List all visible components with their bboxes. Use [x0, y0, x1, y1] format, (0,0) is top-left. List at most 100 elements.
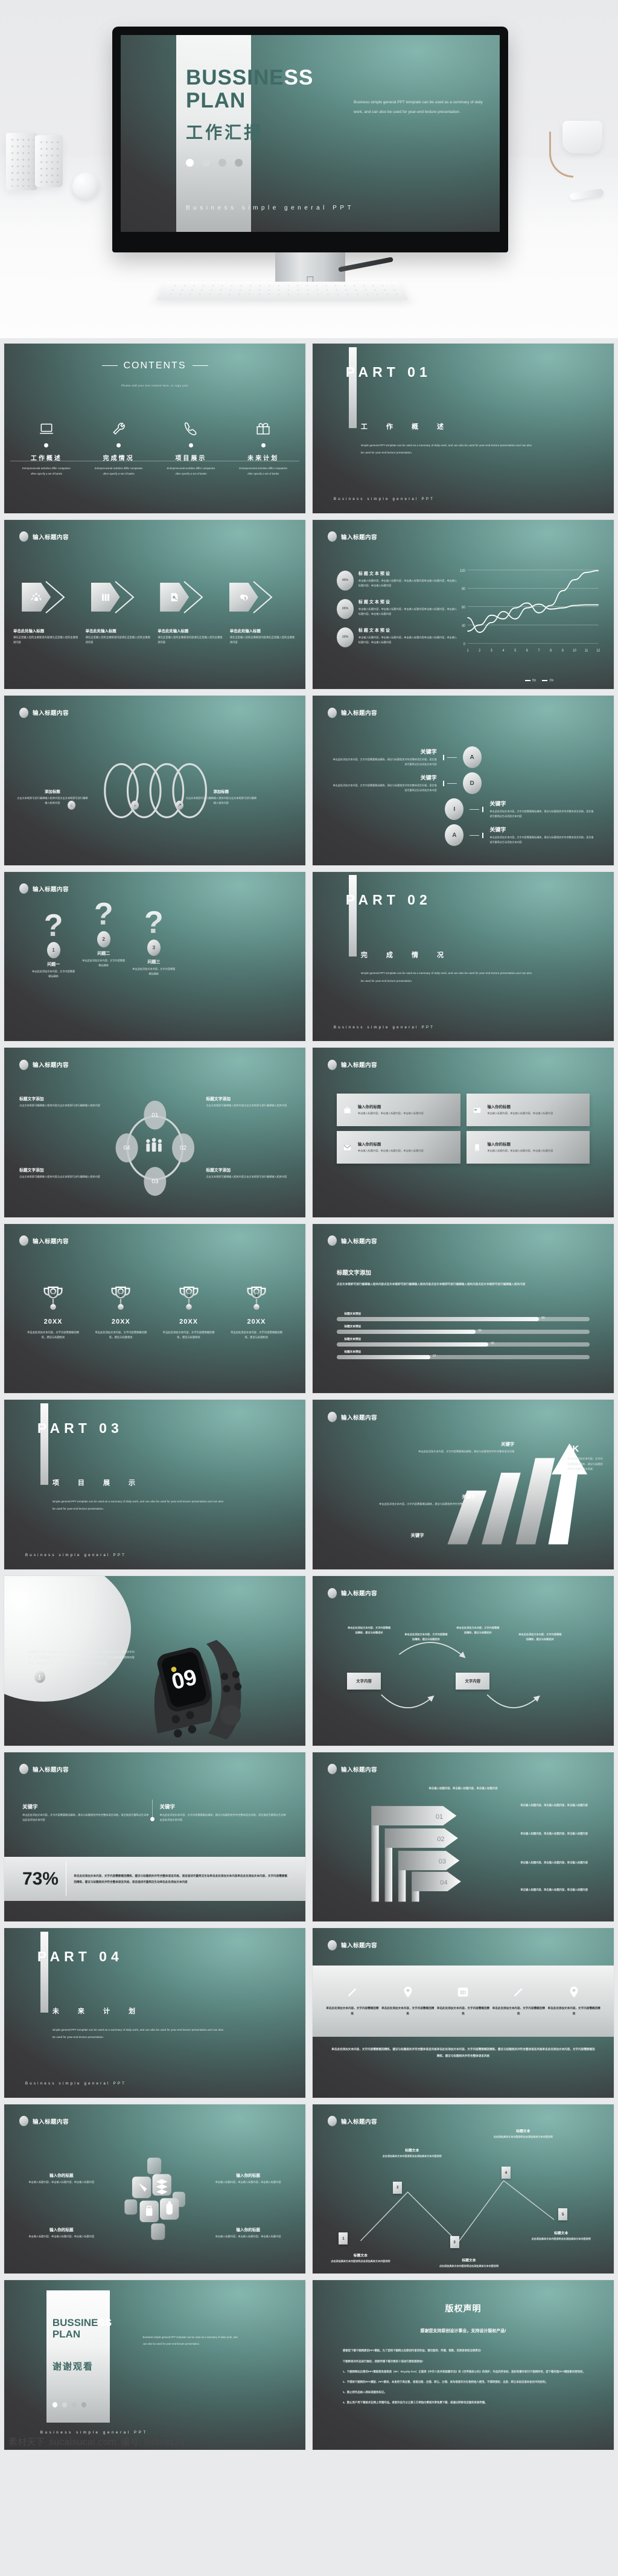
slide-percent-73[interactable]: 输入标题内容 关键字 单击此处添加文本内容，文字内容需要概括精炼，建议与标题相关并…	[4, 1751, 306, 1923]
info-card[interactable]: 输入你的标题 单击输入标题内容，单击输入标题内容，单击输入标题内容	[336, 1131, 460, 1164]
contents-item-text: Entrepreneurial activities differ compan…	[22, 467, 71, 476]
slide-keywords-adia[interactable]: 输入标题内容 关键字 单击此处添加文本内容，文字内容需要概括精炼，建议与标题相关并…	[312, 695, 614, 866]
slide-arrows-four[interactable]: 输入标题内容 $ 单击此处输入标题 请在这里输入您的主要叙述内容请在这里输入您的…	[4, 519, 306, 690]
arrow-caption: 单击此处输入标题 请在这里输入您的主要叙述内容请在这里输入您的主要叙述内容	[13, 628, 80, 645]
timeline-node[interactable]: 2	[393, 2181, 403, 2194]
arrow-item[interactable]: $	[227, 579, 291, 614]
chart-legend-item: 40% 标题文本预设 单击输入标题内容，单击输入标题内容，单击输入标题内容单击输入…	[336, 570, 457, 591]
cube-text: 单击输入标题内容，单击输入标题内容，单击输入标题内容	[215, 2180, 281, 2184]
question-text: 单击此处添加文本内容，文字内容需要概括精炼	[31, 970, 75, 978]
ppt-template-preview-page: BUSSINESS PLAN 工作汇报 Business simple gene…	[0, 0, 618, 2453]
slide-stair-arrows[interactable]: 输入标题内容 单击输入标题内容，单击输入标题内容，单击输入标题内容 01 02 …	[312, 1751, 614, 1923]
slide-cubes[interactable]: 输入标题内容 输入你的标题 单击输入标题内容，单击输入标题内容，单击输入标题内容…	[4, 2103, 306, 2275]
percent-value: 73%	[22, 1868, 59, 1889]
slide-header: 输入标题内容	[19, 2116, 69, 2127]
info-card[interactable]: 输入你的标题 单击输入标题内容，单击输入标题内容，单击输入标题内容	[336, 1094, 460, 1126]
contents-item[interactable]: 项目展示 Entrepreneurial activities differ c…	[155, 420, 228, 476]
slide-title: 输入标题内容	[340, 1062, 377, 1069]
slide-watch[interactable]: 请替换文字内容，修改文字内容，也可以直接复制您的内容到此。请替换文字内容，修改文…	[4, 1575, 306, 1746]
keyword-heading: 关键字	[159, 1804, 176, 1810]
pin-icon	[404, 1987, 412, 1998]
contents-item[interactable]: 完成情况 Entrepreneurial activities differ c…	[83, 420, 155, 476]
slide-thanks[interactable]: BUSSINESS PLAN 谢谢观看 Business simple gene…	[4, 2280, 306, 2450]
timeline-node[interactable]: 3	[450, 2236, 459, 2249]
title-slide: BUSSINESS PLAN 工作汇报 Business simple gene…	[121, 35, 500, 232]
trophy-item[interactable]: 3 20XX 单击此处添加文本内容，文字内容需要概括精炼，建议与标题相关	[155, 1285, 223, 1341]
slide-progress-bars[interactable]: 输入标题内容 标题文字添加 点击文本框即可进行编辑输入相关内容点击文本框即可进行…	[312, 1223, 614, 1394]
arrow-item[interactable]	[88, 579, 152, 614]
contents-item[interactable]: 未来计划 Entrepreneurial activities differ c…	[227, 420, 299, 476]
strip-item[interactable]: 单击此处添加文本内容，文字内容需概括精炼	[380, 1985, 436, 2016]
strip-item[interactable]: 单击此处添加文本内容，文字内容需概括精炼	[546, 1985, 602, 2016]
svg-text:10: 10	[573, 649, 576, 653]
slide-header: 输入标题内容	[327, 1412, 377, 1422]
slide-part-01[interactable]: PART 01 工 作 概 述 simple general PPT templ…	[312, 343, 614, 514]
strip-item[interactable]: 3D 单击此处添加文本内容，文字内容需概括精炼	[436, 1985, 491, 2016]
copyright-paragraph: 1、千图网网站出售的PPT模版是免版税类（RF：Royalty-free）正版受…	[342, 2369, 585, 2373]
caption-text: 请在这里输入您的主要叙述内容请在这里输入您的主要叙述内容	[13, 636, 78, 644]
orbit-label-text: 点击文本框即可编辑输入相关内容点击文本框即可进行编辑输入相关内容	[19, 1174, 100, 1178]
slide-trophies[interactable]: 输入标题内容 1 20XX 单击此处添加文本内容，文字内容需要概括精炼，建议与标…	[4, 1223, 306, 1394]
flow-box[interactable]: 文字内容	[347, 1672, 381, 1690]
trophy-item[interactable]: 4 20XX 单击此处添加文本内容，文字内容需要概括精炼，建议与标题相关	[223, 1285, 290, 1341]
timeline-node[interactable]: 5	[558, 2208, 568, 2220]
svg-text:90: 90	[461, 588, 465, 591]
part-accent-bar	[348, 347, 357, 429]
flow-text: 单击此处添加文本内容，文字内容需概括精炼，建议与标题相关	[404, 1633, 448, 1641]
strip-item[interactable]: 单击此处添加文本内容，文字内容需概括精炼	[325, 1985, 380, 2016]
svg-text:30: 30	[461, 624, 465, 628]
slide-cards-four[interactable]: 输入标题内容 输入你的标题 单击输入标题内容，单击输入标题内容，单击输入标题内容 …	[312, 1047, 614, 1218]
slide-orbit[interactable]: 输入标题内容 01 02 03 04 标题文字添加 点击文本框即可编辑输入相关内…	[4, 1047, 306, 1218]
pin-icon	[570, 1987, 578, 1998]
growth-label-heading: 关键字	[462, 1493, 476, 1499]
slide-header: 输入标题内容	[327, 1764, 377, 1775]
strip-text: 单击此处添加文本内容，文字内容需概括精炼	[492, 2007, 545, 2016]
part-accent-bar	[348, 875, 357, 956]
strip-item[interactable]: 单击此处添加文本内容，文字内容需概括精炼	[491, 1985, 546, 2016]
slide-part-04[interactable]: PART 04 未 来 计 划 simple general PPT templ…	[4, 1927, 306, 2098]
arrow-item[interactable]	[158, 579, 221, 614]
hero-footer: Business simple general PPT	[186, 205, 355, 211]
keyword-block: 关键字 单击此处添加文本内容，文字内容需要概括精炼，建议与标题相关并符合整体语言风…	[22, 1799, 150, 1823]
slide-icon-strip[interactable]: 输入标题内容 单击此处添加文本内容，文字内容需概括精炼 单击此处添加文本内容，文…	[312, 1927, 614, 2098]
slide-questions[interactable]: 输入标题内容 ? 1 问题一 单击此处添加文本内容，文字内容需要概括精炼 ? 2…	[4, 871, 306, 1042]
cube-label: 输入你的标题 单击输入标题内容，单击输入标题内容，单击输入标题内容	[209, 2226, 287, 2239]
contents-item[interactable]: 工作概述 Entrepreneurial activities differ c…	[10, 420, 83, 476]
contents-item-label: 未来计划	[247, 455, 279, 463]
flow-box[interactable]: 文字内容	[456, 1672, 490, 1690]
series-legend-item: 列3	[542, 679, 553, 682]
slide-rings[interactable]: 输入标题内容 C X 添加标题 点击文本框即可进行编辑输入相关内容点击文本框即可进…	[4, 695, 306, 866]
ring-label-text: 点击文本框即可进行编辑输入相关内容点击文本框即可进行编辑输入相关内容	[17, 796, 88, 805]
chart-legend-list: 40% 标题文本预设 单击输入标题内容，单击输入标题内容，单击输入标题内容单击输入…	[336, 570, 457, 656]
legend-heading: 标题文本预设	[358, 571, 391, 576]
caption-text: 请在这里输入您的主要叙述内容请在这里输入您的主要叙述内容	[85, 636, 150, 644]
slide-copyright[interactable]: 版权声明 感谢您支持原创设计事业，支持设计版权产品! 感谢您下载千图网原创PPT…	[312, 2280, 614, 2450]
slide-growth-arrow[interactable]: 输入标题内容 关键字 关键字 单击此处添加文本内容，文字内容需要概括精炼，建议与标…	[312, 1399, 614, 1570]
trophy-item[interactable]: 1 20XX 单击此处添加文本内容，文字内容需要概括精炼，建议与标题相关	[19, 1285, 87, 1341]
slide-contents[interactable]: CONTENTS Please add your text content he…	[4, 343, 306, 514]
question-heading: 问题二	[97, 951, 110, 956]
timeline-node[interactable]: 1	[339, 2232, 348, 2245]
timeline-node[interactable]: 4	[501, 2167, 511, 2179]
keyword-heading: 关键字	[489, 801, 506, 807]
contents-item-label: 工作概述	[30, 455, 62, 463]
timeline-dot	[44, 443, 49, 448]
timeline-label: 标题文本 点击添加具体文本内容说明点击添加具体文本内容说明	[439, 2258, 499, 2267]
svg-text:$: $	[244, 597, 246, 601]
gift-icon	[227, 420, 299, 438]
slide-title: 输入标题内容	[340, 1414, 377, 1421]
slide-part-02[interactable]: PART 02 完 成 情 况 simple general PPT templ…	[312, 871, 614, 1042]
slide-timeline[interactable]: 输入标题内容 1 2 3 4 5 标题文本 点击添加具体文本内容说明点击添加具体文…	[312, 2103, 614, 2275]
imac-monitor: BUSSINESS PLAN 工作汇报 Business simple gene…	[112, 27, 508, 292]
slide-part-03[interactable]: PART 03 项 目 展 示 simple general PPT templ…	[4, 1399, 306, 1570]
trophy-item[interactable]: 2 20XX 单击此处添加文本内容，文字内容需要概括精炼，建议与标题相关	[87, 1285, 154, 1341]
growth-label: 关键字 单击此处添加文本内容，文字内容需要概括精炼，建议与标题相关并符合整体语言风…	[412, 1441, 514, 1454]
arrow-item[interactable]	[19, 579, 83, 614]
progress-value: 37	[433, 1354, 436, 1358]
question-mark-icon: ?	[31, 910, 75, 941]
info-card[interactable]: 输入你的标题 单击输入标题内容，单击输入标题内容，单击输入标题内容	[466, 1094, 590, 1126]
slide-line-chart[interactable]: 输入标题内容 40% 标题文本预设 单击输入标题内容，单击输入标题内容，单击输入标…	[312, 519, 614, 690]
arrow-caption: 单击此处输入标题 请在这里输入您的主要叙述内容请在这里输入您的主要叙述内容	[158, 628, 224, 645]
info-card[interactable]: 输入你的标题 单击输入标题内容，单击输入标题内容，单击输入标题内容	[466, 1131, 590, 1164]
slide-flow[interactable]: 输入标题内容 文字内容 文字内容 单击此处添加文本内容，文字内容需概括精炼，建议…	[312, 1575, 614, 1746]
